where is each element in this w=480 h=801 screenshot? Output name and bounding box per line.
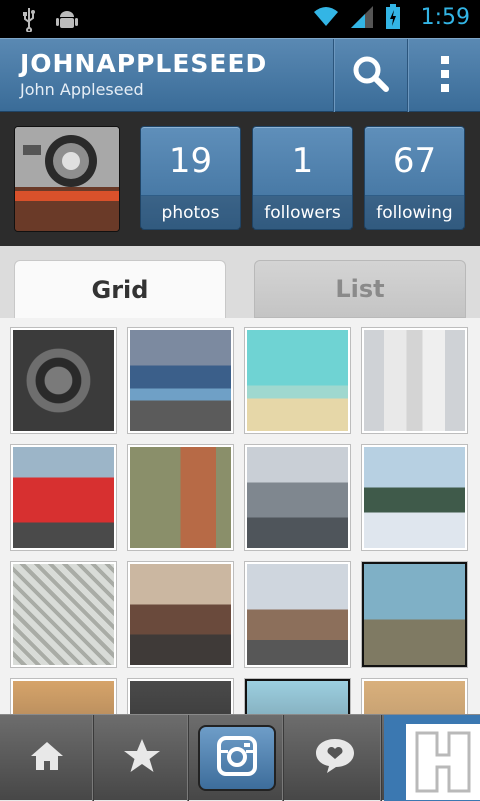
following-label: following (365, 195, 464, 229)
followers-count: 1 (291, 141, 314, 181)
photos-label: photos (141, 195, 240, 229)
photo-thumbnail[interactable] (127, 678, 234, 714)
photo-thumbnail[interactable] (361, 444, 468, 551)
action-bar: JOHNAPPLESEED John Appleseed (0, 38, 480, 113)
nav-news[interactable] (288, 715, 382, 801)
photo-thumbnail[interactable] (361, 561, 468, 668)
photo-thumbnail[interactable] (127, 561, 234, 668)
tab-grid[interactable]: Grid (14, 260, 226, 318)
photo-thumbnail[interactable] (10, 678, 117, 714)
search-button[interactable] (333, 39, 407, 113)
photo-thumbnail[interactable] (10, 327, 117, 434)
usb-icon (16, 6, 42, 33)
photo-thumbnail[interactable] (361, 327, 468, 434)
nav-camera[interactable] (190, 715, 284, 801)
photo-thumbnail[interactable] (361, 678, 468, 714)
photo-thumbnail[interactable] (10, 444, 117, 551)
wifi-icon (313, 4, 339, 30)
photo-thumbnail[interactable] (10, 561, 117, 668)
followers-count-button[interactable]: 1 followers (252, 126, 353, 230)
clock-time: 1:59 (420, 4, 470, 30)
full-name-subtitle: John Appleseed (20, 80, 144, 99)
nav-home[interactable] (0, 715, 94, 801)
photo-grid (0, 318, 480, 714)
watermark-logo (406, 724, 480, 800)
photo-thumbnail[interactable] (244, 444, 351, 551)
home-icon (29, 738, 65, 778)
photo-thumbnail[interactable] (127, 327, 234, 434)
battery-icon (385, 4, 411, 30)
profile-header: 19 photos 1 followers 67 following (0, 112, 480, 246)
photos-count-button[interactable]: 19 photos (140, 126, 241, 230)
photo-thumbnail[interactable] (244, 678, 351, 714)
news-heart-icon (314, 737, 356, 779)
photo-thumbnail[interactable] (127, 444, 234, 551)
nav-popular[interactable] (95, 715, 189, 801)
status-bar: 1:59 (0, 0, 480, 38)
photos-count: 19 (168, 141, 213, 181)
following-count: 67 (392, 141, 437, 181)
photo-thumbnail[interactable] (244, 327, 351, 434)
profile-title-block: JOHNAPPLESEED John Appleseed (20, 49, 267, 99)
photo-thumbnail[interactable] (244, 561, 351, 668)
following-count-button[interactable]: 67 following (364, 126, 465, 230)
android-icon (54, 6, 80, 32)
overflow-menu-button[interactable] (407, 39, 480, 113)
tab-list[interactable]: List (254, 260, 466, 318)
username-title: JOHNAPPLESEED (20, 49, 268, 78)
search-icon (351, 54, 391, 98)
avatar[interactable] (14, 126, 120, 232)
signal-icon (349, 4, 375, 30)
followers-label: followers (253, 195, 352, 229)
star-icon (123, 737, 161, 779)
camera-icon (216, 735, 258, 781)
view-tabs: Grid List (0, 246, 480, 318)
overflow-menu-icon (439, 54, 451, 98)
camera-button[interactable] (197, 725, 276, 791)
